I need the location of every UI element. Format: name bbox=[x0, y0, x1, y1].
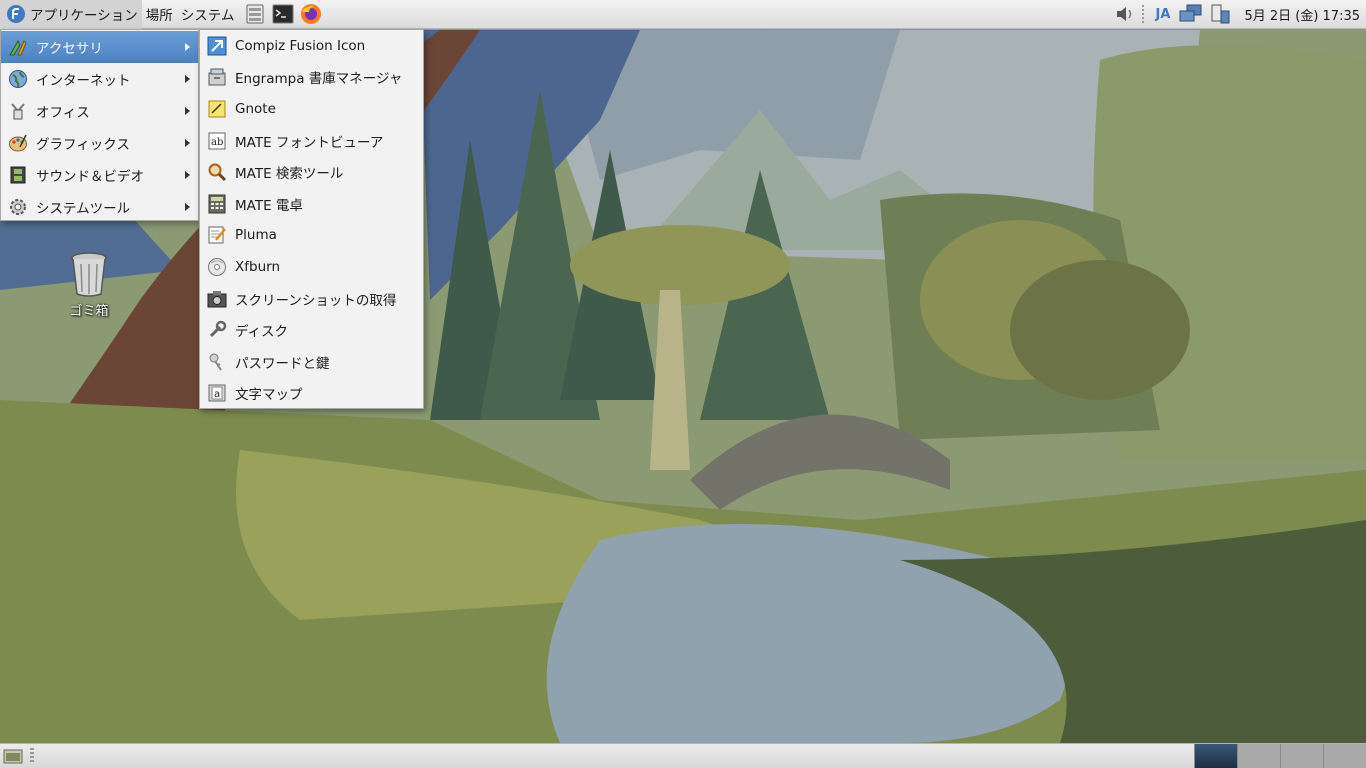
workspace-3[interactable] bbox=[1280, 744, 1323, 768]
accessories-item-9[interactable]: ディスク bbox=[200, 314, 423, 346]
accessories-item-label: Compiz Fusion Icon bbox=[235, 37, 366, 54]
applications-menu-button[interactable]: アプリケーション bbox=[0, 0, 142, 29]
accessories-item-2[interactable]: Gnote bbox=[200, 93, 423, 125]
language-indicator[interactable]: JA bbox=[1156, 7, 1171, 22]
accessories-icon bbox=[7, 36, 29, 58]
accessories-item-4[interactable]: MATE 検索ツール bbox=[200, 156, 423, 188]
compiz-icon bbox=[206, 35, 228, 57]
accessories-item-label: スクリーンショットの取得 bbox=[235, 292, 397, 309]
firefox-icon bbox=[301, 4, 322, 24]
speaker-icon[interactable] bbox=[1114, 4, 1136, 24]
terminal-icon bbox=[272, 4, 294, 24]
accessories-item-label: MATE 検索ツール bbox=[235, 166, 344, 183]
places-label: 場所 bbox=[145, 8, 173, 24]
accessories-item-11[interactable]: a 文字マップ bbox=[200, 378, 423, 410]
submenu-arrow-icon bbox=[185, 203, 190, 211]
submenu-arrow-icon bbox=[185, 171, 190, 179]
accessories-item-7[interactable]: Xfburn bbox=[200, 251, 423, 283]
applications-menu-item-3[interactable]: グラフィックス bbox=[1, 127, 198, 159]
accessories-item-label: パスワードと鍵 bbox=[235, 355, 330, 372]
workspace-switcher bbox=[1194, 744, 1366, 768]
system-label: システム bbox=[180, 8, 235, 24]
gear-icon bbox=[7, 196, 29, 218]
applications-menu: アクセサリインターネット オフィスグラフィックス サウンド＆ビデオ システムツール bbox=[0, 29, 199, 221]
office-icon bbox=[7, 100, 29, 122]
workspace-4[interactable] bbox=[1323, 744, 1366, 768]
keys-icon bbox=[206, 351, 228, 373]
wrench-icon bbox=[206, 319, 228, 341]
top-panel: アプリケーション 場所 システム JA 5月 2日 (金) 17:35 bbox=[0, 0, 1366, 29]
font-icon: ab bbox=[206, 130, 228, 152]
archive-icon bbox=[206, 66, 228, 88]
submenu-arrow-icon bbox=[185, 43, 190, 51]
palette-icon bbox=[7, 132, 29, 154]
accessories-item-label: MATE 電卓 bbox=[235, 197, 303, 214]
note-icon bbox=[206, 98, 228, 120]
show-desktop-icon bbox=[3, 749, 23, 764]
power-icon[interactable] bbox=[1209, 3, 1231, 25]
search-icon bbox=[206, 161, 228, 183]
trash-icon bbox=[71, 252, 107, 297]
applications-menu-item-label: グラフィックス bbox=[36, 137, 130, 153]
applications-menu-item-5[interactable]: システムツール bbox=[1, 191, 198, 223]
tray-separator bbox=[1141, 5, 1144, 23]
accessories-item-6[interactable]: Pluma bbox=[200, 220, 423, 252]
camera-icon bbox=[206, 288, 228, 310]
firefox-launcher[interactable] bbox=[300, 3, 322, 25]
submenu-arrow-icon bbox=[185, 107, 190, 115]
submenu-arrow-icon bbox=[185, 139, 190, 147]
show-desktop-button[interactable] bbox=[2, 747, 24, 765]
accessories-item-8[interactable]: スクリーンショットの取得 bbox=[200, 283, 423, 315]
panel-drag-handle[interactable] bbox=[30, 748, 34, 764]
workspace-2[interactable] bbox=[1237, 744, 1280, 768]
svg-text:a: a bbox=[214, 389, 220, 400]
accessories-submenu: Compiz Fusion Icon Engrampa 書庫マネージャ Gnote a… bbox=[199, 29, 424, 409]
workspace-1[interactable] bbox=[1194, 744, 1237, 768]
accessories-item-label: 文字マップ bbox=[235, 387, 303, 404]
accessories-item-0[interactable]: Compiz Fusion Icon bbox=[200, 30, 423, 62]
text-editor-icon bbox=[206, 224, 228, 246]
globe-icon bbox=[7, 68, 29, 90]
film-icon bbox=[7, 164, 29, 186]
applications-menu-item-1[interactable]: インターネット bbox=[1, 63, 198, 95]
accessories-item-label: Pluma bbox=[235, 227, 277, 244]
applications-menu-item-label: システムツール bbox=[36, 201, 131, 217]
accessories-item-label: Xfburn bbox=[235, 258, 280, 275]
applications-menu-item-2[interactable]: オフィス bbox=[1, 95, 198, 127]
accessories-item-5[interactable]: MATE 電卓 bbox=[200, 188, 423, 220]
distro-logo-icon bbox=[7, 5, 25, 23]
system-monitor-launcher[interactable] bbox=[244, 3, 266, 25]
disc-icon bbox=[206, 256, 228, 278]
bottom-panel bbox=[0, 743, 1366, 768]
accessories-item-label: Gnote bbox=[235, 100, 276, 117]
terminal-launcher[interactable] bbox=[272, 3, 294, 25]
trash-label: ゴミ箱 bbox=[69, 304, 109, 319]
accessories-item-label: Engrampa 書庫マネージャ bbox=[235, 71, 403, 88]
submenu-arrow-icon bbox=[185, 75, 190, 83]
applications-menu-item-4[interactable]: サウンド＆ビデオ bbox=[1, 159, 198, 191]
desktop-trash[interactable]: ゴミ箱 bbox=[58, 250, 120, 319]
applications-menu-item-label: アクセサリ bbox=[36, 41, 103, 57]
charmap-icon: a bbox=[206, 382, 228, 404]
accessories-item-1[interactable]: Engrampa 書庫マネージャ bbox=[200, 62, 423, 94]
applications-menu-item-label: インターネット bbox=[36, 73, 131, 89]
applications-menu-item-0[interactable]: アクセサリ bbox=[1, 31, 198, 63]
places-menu-button[interactable]: 場所 bbox=[142, 0, 177, 29]
svg-text:ab: ab bbox=[211, 137, 223, 148]
system-menu-button[interactable]: システム bbox=[177, 0, 239, 29]
panel-clock[interactable]: 5月 2日 (金) 17:35 bbox=[1244, 5, 1360, 24]
accessories-item-label: MATE フォントビューア bbox=[235, 134, 384, 151]
accessories-item-label: ディスク bbox=[235, 324, 289, 341]
applications-menu-item-label: オフィス bbox=[36, 105, 90, 121]
system-monitor-icon bbox=[246, 4, 264, 24]
network-icon[interactable] bbox=[1179, 4, 1203, 24]
applications-label: アプリケーション bbox=[30, 8, 138, 24]
applications-menu-item-label: サウンド＆ビデオ bbox=[36, 169, 144, 185]
accessories-item-3[interactable]: ab MATE フォントビューア bbox=[200, 125, 423, 157]
accessories-item-10[interactable]: パスワードと鍵 bbox=[200, 346, 423, 378]
calculator-icon bbox=[206, 193, 228, 215]
